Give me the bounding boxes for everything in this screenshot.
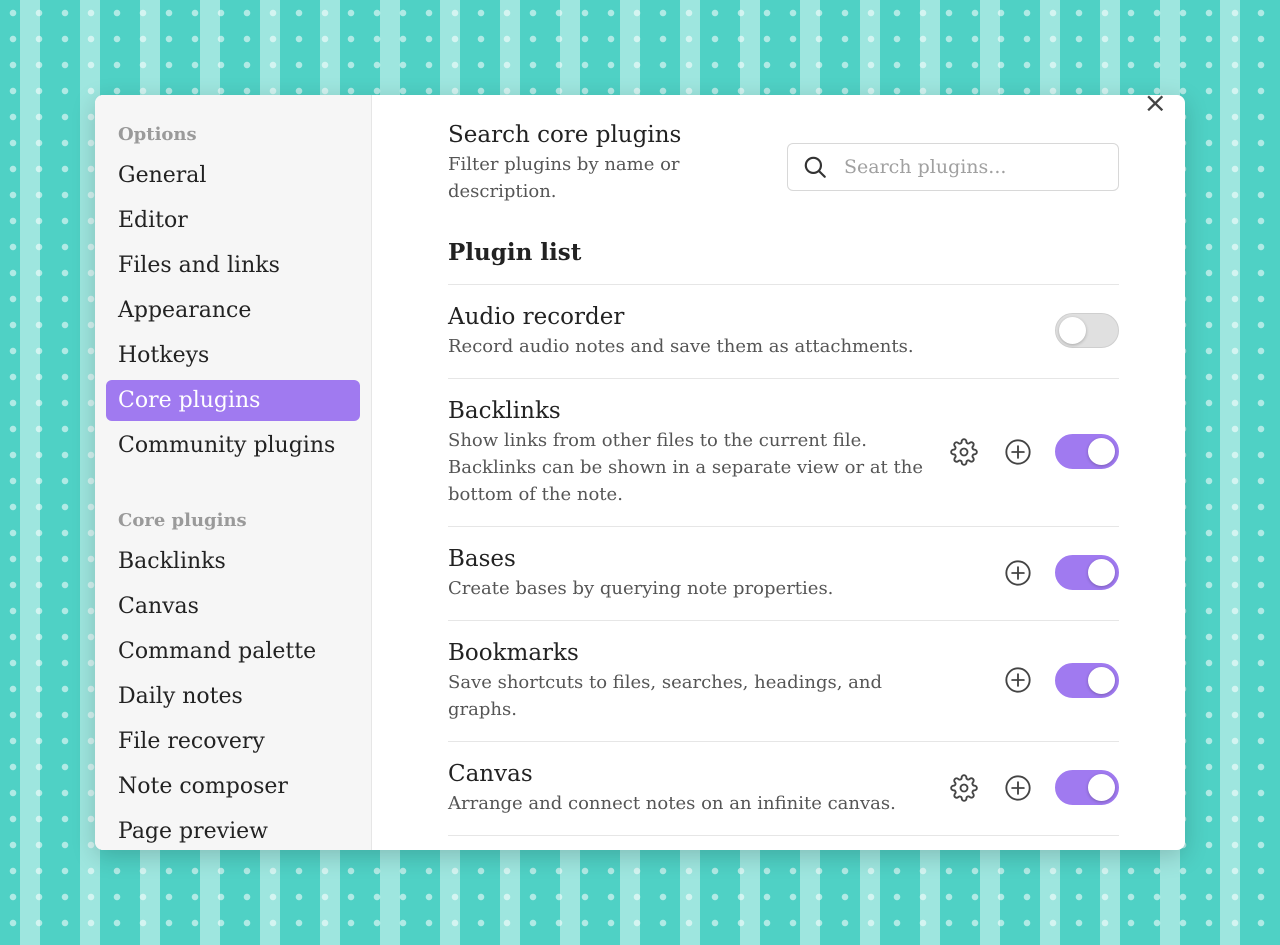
core-plugins-list: Backlinks Canvas Command palette Daily note…: [106, 541, 360, 850]
plus-circle-icon[interactable]: [1001, 663, 1035, 697]
plugin-description: Show links from other files to the curre…: [448, 430, 923, 505]
sidebar-item-general[interactable]: General: [106, 155, 360, 196]
sidebar-item-note-composer[interactable]: Note composer: [106, 766, 360, 807]
search-setting: Search core plugins Filter plugins by na…: [448, 119, 1119, 205]
gear-icon[interactable]: [947, 771, 981, 805]
sidebar-item-editor[interactable]: Editor: [106, 200, 360, 241]
search-title: Search core plugins: [448, 122, 682, 148]
plugin-row-canvas: Canvas Arrange and connect notes on an in…: [448, 742, 1119, 836]
toggle-audio-recorder[interactable]: [1055, 313, 1119, 348]
settings-content: × Search core plugins Filter plugins by …: [372, 95, 1185, 850]
toggle-knob: [1088, 438, 1115, 465]
plugin-row-bases: Bases Create bases by querying note prope…: [448, 527, 1119, 621]
plugin-list-heading: Plugin list: [448, 239, 1119, 285]
toggle-bases[interactable]: [1055, 555, 1119, 590]
toggle-backlinks[interactable]: [1055, 434, 1119, 469]
plugin-description: Arrange and connect notes on an infinite…: [448, 793, 896, 814]
sidebar-item-hotkeys[interactable]: Hotkeys: [106, 335, 360, 376]
plugin-name: Backlinks: [448, 398, 561, 424]
plugin-description: Record audio notes and save them as atta…: [448, 336, 914, 357]
options-list: General Editor Files and links Appearance Ho…: [106, 155, 360, 466]
sidebar-item-file-recovery[interactable]: File recovery: [106, 721, 360, 762]
search-input[interactable]: [844, 156, 1104, 178]
plugin-name: Audio recorder: [448, 304, 625, 330]
search-icon: [804, 156, 826, 178]
sidebar-item-page-preview[interactable]: Page preview: [106, 811, 360, 850]
plugin-row-bookmarks: Bookmarks Save shortcuts to files, search…: [448, 621, 1119, 742]
plugin-name: Bookmarks: [448, 640, 579, 666]
toggle-knob: [1059, 317, 1086, 344]
gear-icon[interactable]: [947, 435, 981, 469]
close-icon[interactable]: ×: [1144, 95, 1167, 117]
plugin-row-backlinks: Backlinks Show links from other files to …: [448, 379, 1119, 527]
sidebar-item-backlinks[interactable]: Backlinks: [106, 541, 360, 582]
settings-sidebar: Options General Editor Files and links Appe…: [95, 95, 372, 850]
plugin-description: Create bases by querying note properties…: [448, 578, 834, 599]
search-box[interactable]: [787, 143, 1119, 191]
plugin-name: Canvas: [448, 761, 533, 787]
plugin-description: Save shortcuts to files, searches, headi…: [448, 672, 882, 720]
settings-modal: Options General Editor Files and links Appe…: [95, 95, 1185, 850]
search-description: Filter plugins by name or description.: [448, 154, 680, 202]
plugin-list: Audio recorder Record audio notes and sav…: [448, 285, 1119, 836]
toggle-canvas[interactable]: [1055, 770, 1119, 805]
sidebar-item-canvas[interactable]: Canvas: [106, 586, 360, 627]
sidebar-item-community-plugins[interactable]: Community plugins: [106, 425, 360, 466]
toggle-knob: [1088, 559, 1115, 586]
sidebar-item-command-palette[interactable]: Command palette: [106, 631, 360, 672]
sidebar-item-daily-notes[interactable]: Daily notes: [106, 676, 360, 717]
sidebar-item-appearance[interactable]: Appearance: [106, 290, 360, 331]
sidebar-item-files-and-links[interactable]: Files and links: [106, 245, 360, 286]
plus-circle-icon[interactable]: [1001, 556, 1035, 590]
plugin-name: Bases: [448, 546, 516, 572]
core-plugins-heading: Core plugins: [118, 510, 247, 531]
plus-circle-icon[interactable]: [1001, 771, 1035, 805]
plus-circle-icon[interactable]: [1001, 435, 1035, 469]
toggle-knob: [1088, 666, 1115, 694]
options-heading: Options: [118, 124, 197, 145]
toggle-bookmarks[interactable]: [1055, 662, 1119, 698]
sidebar-item-core-plugins[interactable]: Core plugins: [106, 380, 360, 421]
toggle-knob: [1088, 774, 1115, 801]
plugin-row-audio-recorder: Audio recorder Record audio notes and sav…: [448, 285, 1119, 379]
